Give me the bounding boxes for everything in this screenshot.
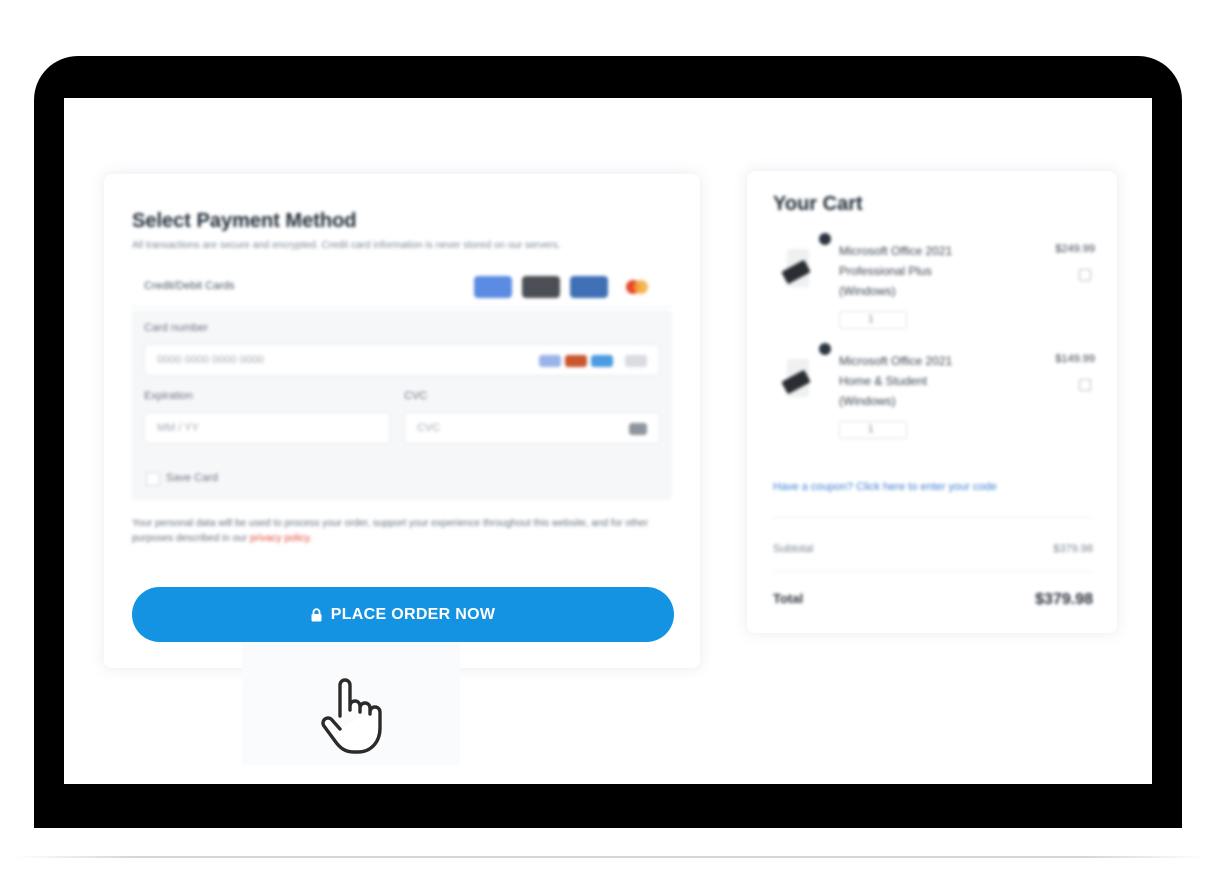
save-card-label: Save Card — [166, 472, 218, 484]
hand-cursor-icon — [321, 678, 382, 754]
cart-panel: Your Cart Microsoft Office 2021 Professi… — [747, 171, 1117, 633]
quantity-badge — [819, 343, 831, 355]
card-form: Card number 0000 0000 0000 0000 Expirati… — [132, 310, 672, 500]
visa-mini-icon — [539, 355, 561, 367]
card-number-label: Card number — [144, 322, 209, 334]
cvc-placeholder: CVC — [417, 422, 441, 434]
cvc-card-icon — [629, 423, 647, 435]
subtotal-label: Subtotal — [773, 543, 814, 555]
product-image — [781, 357, 815, 401]
quantity-stepper[interactable]: 1 — [839, 311, 907, 329]
privacy-disclaimer-text: Your personal data will be used to proce… — [132, 518, 649, 544]
laptop-screen: Select Payment Method All transactions a… — [64, 98, 1152, 784]
cart-item-price: $149.99 — [1055, 353, 1095, 365]
total-label: Total — [773, 591, 804, 606]
subtotal-value: $379.98 — [1053, 543, 1093, 555]
expiration-label: Expiration — [144, 390, 193, 402]
coupon-link[interactable]: Have a coupon? Click here to enter your … — [773, 481, 997, 493]
expiration-placeholder: MM / YY — [157, 422, 199, 434]
cart-title: Your Cart — [773, 193, 863, 215]
cart-item-price: $249.99 — [1055, 243, 1095, 255]
visa-icon — [474, 276, 512, 298]
quantity-badge — [819, 233, 831, 245]
cart-item: Microsoft Office 2021 Professional Plus … — [773, 233, 1097, 341]
trash-icon[interactable] — [1079, 269, 1091, 281]
privacy-policy-link[interactable]: privacy policy. — [250, 533, 312, 544]
amex-icon — [522, 276, 560, 298]
save-card-checkbox[interactable] — [146, 472, 160, 486]
divider — [773, 571, 1093, 572]
product-image — [781, 247, 815, 291]
quantity-stepper[interactable]: 1 — [839, 421, 907, 439]
divider — [773, 517, 1093, 518]
place-order-button[interactable]: PLACE ORDER NOW — [132, 587, 674, 642]
amex-mini-icon — [591, 355, 613, 367]
trash-icon[interactable] — [1079, 379, 1091, 391]
mastercard-icon-overlap — [634, 280, 648, 294]
cart-item: Microsoft Office 2021 Home & Student (Wi… — [773, 343, 1097, 451]
cart-item-name: Microsoft Office 2021 Professional Plus … — [839, 244, 953, 298]
payment-title: Select Payment Method — [132, 210, 357, 232]
discover-icon — [570, 276, 608, 298]
total-value: $379.98 — [1035, 591, 1093, 608]
payment-subtitle: All transactions are secure and encrypte… — [132, 240, 561, 251]
laptop-base-line — [14, 856, 1206, 858]
place-order-label: PLACE ORDER NOW — [330, 605, 496, 623]
quantity-value: 1 — [868, 424, 874, 435]
payment-option-cards[interactable]: Credit/Debit Cards — [132, 266, 672, 307]
cvc-input[interactable]: CVC — [404, 412, 660, 444]
card-number-placeholder: 0000 0000 0000 0000 — [157, 354, 265, 366]
lock-icon — [311, 607, 322, 621]
payment-option-label: Credit/Debit Cards — [144, 280, 235, 292]
card-number-input[interactable]: 0000 0000 0000 0000 — [144, 344, 660, 376]
discover-mini-icon — [625, 355, 647, 367]
cvc-label: CVC — [404, 390, 428, 402]
privacy-disclaimer: Your personal data will be used to proce… — [132, 516, 672, 546]
quantity-value: 1 — [868, 314, 874, 325]
cart-item-name: Microsoft Office 2021 Home & Student (Wi… — [839, 354, 953, 408]
mastercard-mini-icon — [565, 355, 587, 367]
expiration-input[interactable]: MM / YY — [144, 412, 390, 444]
